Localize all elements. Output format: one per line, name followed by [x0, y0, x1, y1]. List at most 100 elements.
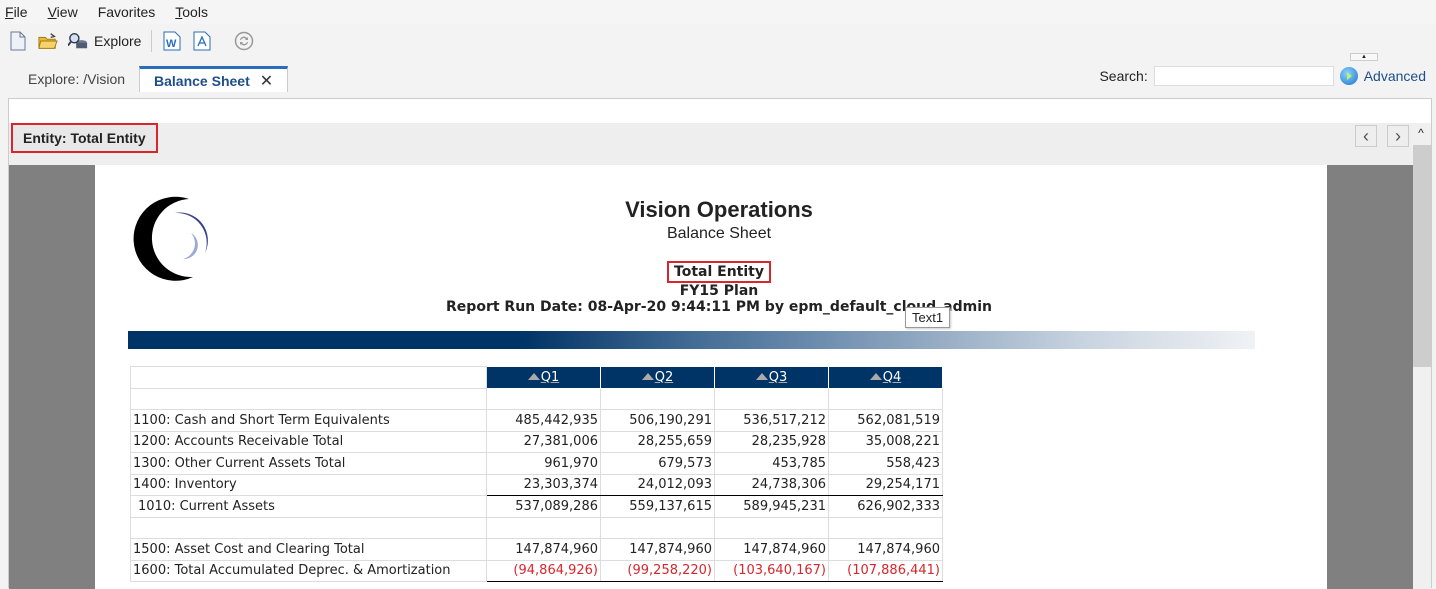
search-label: Search: — [1099, 68, 1148, 84]
cell-q1: 961,970 — [486, 452, 601, 475]
report-scenario: FY15 Plan — [679, 283, 759, 299]
report-title: Vision Operations — [625, 197, 813, 222]
tab-bar: Explore: /Vision Balance Sheet ✕ — [14, 66, 289, 92]
report-viewer: Entity: Total Entity ‹ › ^ Vision Operat… — [8, 98, 1432, 589]
collapse-header-button[interactable]: ▲ — [1350, 53, 1378, 61]
column-header-q3[interactable]: Q3 — [714, 366, 829, 389]
cell-q1: 147,874,960 — [486, 538, 601, 561]
cell-q1: 27,381,006 — [486, 430, 601, 453]
cell-q2: 28,255,659 — [600, 430, 715, 453]
menu-file-mnemonic: F — [5, 4, 14, 20]
sort-icon — [755, 372, 768, 380]
row-label — [130, 516, 487, 539]
menu-bar: File View Favorites Tools — [0, 0, 1436, 24]
cell-q3 — [714, 387, 829, 410]
column-label: Q2 — [654, 369, 674, 385]
cell-q4 — [828, 516, 943, 539]
report-header: Vision Operations Balance Sheet Total En… — [9, 131, 1429, 315]
row-label: 1400: Inventory — [130, 473, 487, 496]
row-label: 1100: Cash and Short Term Equivalents — [130, 409, 487, 432]
tab-balance-sheet[interactable]: Balance Sheet ✕ — [139, 66, 289, 92]
tab-label: Balance Sheet — [154, 72, 250, 89]
menu-view[interactable]: View — [48, 4, 78, 20]
tab-label: Explore: /Vision — [28, 71, 126, 87]
cell-q4: 29,254,171 — [828, 473, 943, 496]
cell-q4: 626,902,333 — [828, 495, 943, 518]
report-run-date: Report Run Date: 08-Apr-20 9:44:11 PM by… — [446, 299, 992, 315]
table-row: 1010: Current Assets 537,089,286 559,137,6… — [130, 495, 943, 518]
search-input[interactable] — [1153, 66, 1334, 86]
cell-q2: 147,874,960 — [600, 538, 715, 561]
table-row: 1300: Other Current Assets Total 961,970 6… — [130, 452, 943, 475]
column-label: Q1 — [540, 369, 560, 385]
explore-button[interactable]: Explore — [94, 33, 141, 49]
column-header-q2[interactable]: Q2 — [600, 366, 715, 389]
header-banner — [128, 331, 1255, 349]
row-label: 1500: Asset Cost and Clearing Total — [130, 538, 487, 561]
cell-q2: 559,137,615 — [600, 495, 715, 518]
cell-q4: 558,423 — [828, 452, 943, 475]
advanced-search-icon[interactable] — [1339, 67, 1358, 85]
cell-q3: 28,235,928 — [714, 430, 829, 453]
blank-row — [130, 387, 943, 410]
close-tab-icon[interactable]: ✕ — [260, 71, 273, 91]
cell-q2: (99,258,220) — [600, 559, 715, 582]
menu-tools[interactable]: Tools — [175, 4, 208, 20]
sort-icon — [527, 372, 540, 380]
cell-q2: 24,012,093 — [600, 473, 715, 496]
balance-sheet-grid: Q1 Q2 Q3 Q4 1100: Cash and Short Term Eq… — [130, 366, 943, 582]
cell-q1: 537,089,286 — [486, 495, 601, 518]
menu-file[interactable]: File — [5, 4, 28, 20]
cell-q3 — [714, 516, 829, 539]
row-label: 1600: Total Accumulated Deprec. & Amorti… — [130, 559, 487, 582]
report-entity[interactable]: Total Entity — [667, 261, 771, 283]
table-row: 1100: Cash and Short Term Equivalents 485… — [130, 409, 943, 432]
pdf-export-icon[interactable] — [192, 30, 212, 52]
tooltip: Text1 — [905, 307, 951, 328]
cell-q2: 679,573 — [600, 452, 715, 475]
cell-q2: 506,190,291 — [600, 409, 715, 432]
menu-file-rest: ile — [13, 4, 28, 20]
explore-icon[interactable] — [68, 30, 88, 52]
search-area: Search: Advanced — [1099, 66, 1426, 86]
open-folder-icon[interactable] — [38, 30, 58, 52]
new-document-icon[interactable] — [8, 30, 28, 52]
cell-q3: 589,945,231 — [714, 495, 829, 518]
menu-view-rest: iew — [56, 4, 78, 20]
sort-icon — [641, 372, 654, 380]
cell-q3: 536,517,212 — [714, 409, 829, 432]
menu-tools-rest: ools — [182, 4, 208, 20]
table-row: 1500: Asset Cost and Clearing Total 147,8… — [130, 538, 943, 561]
row-label: 1200: Accounts Receivable Total — [130, 430, 487, 453]
cell-q3: 24,738,306 — [714, 473, 829, 496]
menu-view-mnemonic: V — [47, 4, 57, 20]
blank-row — [130, 516, 943, 539]
table-row: 1200: Accounts Receivable Total 27,381,00… — [130, 430, 943, 453]
advanced-search-link[interactable]: Advanced — [1364, 68, 1426, 84]
table-row: 1400: Inventory 23,303,374 24,012,093 24,73… — [130, 473, 943, 496]
cell-q4: 35,008,221 — [828, 430, 943, 453]
column-label: Q3 — [768, 369, 788, 385]
column-header-q4[interactable]: Q4 — [828, 366, 943, 389]
cell-q4: 147,874,960 — [828, 538, 943, 561]
cell-q1 — [486, 516, 601, 539]
row-header-corner — [130, 366, 487, 389]
cell-q3: (103,640,167) — [714, 559, 829, 582]
row-label: 1300: Other Current Assets Total — [130, 452, 487, 475]
column-header-q1[interactable]: Q1 — [486, 366, 601, 389]
word-export-icon[interactable]: W — [162, 30, 182, 52]
toolbar: Explore W — [8, 28, 254, 54]
cell-q4 — [828, 387, 943, 410]
cell-q4: (107,886,441) — [828, 559, 943, 582]
tab-explore-vision[interactable]: Explore: /Vision — [14, 66, 139, 92]
row-label: 1010: Current Assets — [130, 495, 487, 518]
menu-favorites[interactable]: Favorites — [98, 4, 156, 20]
cell-q1 — [486, 387, 601, 410]
table-row: 1600: Total Accumulated Deprec. & Amorti… — [130, 559, 943, 582]
cell-q3: 453,785 — [714, 452, 829, 475]
report-subtitle: Balance Sheet — [666, 225, 772, 242]
cell-q3: 147,874,960 — [714, 538, 829, 561]
refresh-icon[interactable] — [234, 30, 254, 52]
grid-header-row: Q1 Q2 Q3 Q4 — [130, 366, 943, 389]
cell-q1: 485,442,935 — [486, 409, 601, 432]
